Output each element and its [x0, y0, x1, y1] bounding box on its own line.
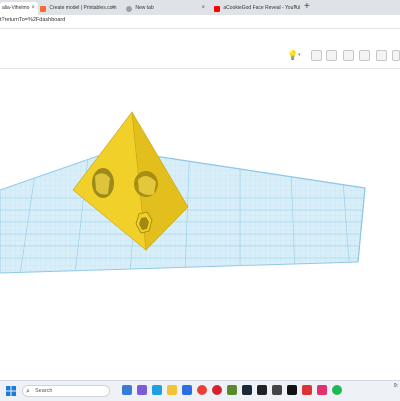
spotify-app-icon[interactable]	[332, 385, 342, 395]
tab-label: aCookieGod Face Reveal - YouTub	[223, 5, 300, 11]
app-toolbar: 💡 ▾	[0, 44, 400, 69]
workplane-grid	[0, 150, 365, 273]
group-icon[interactable]	[343, 50, 354, 61]
opera-app-icon[interactable]	[212, 385, 222, 395]
windows-start-icon[interactable]	[6, 386, 16, 396]
chevron-down-icon[interactable]: ▾	[298, 52, 301, 58]
workplane-canvas[interactable]	[0, 68, 400, 380]
taskbar: ⌕ Search 9:	[0, 380, 400, 401]
copilot-app-icon[interactable]	[137, 385, 147, 395]
printables-icon	[40, 5, 46, 12]
tab-printables[interactable]: Create model | Printables.com ×	[38, 2, 118, 15]
youtube-icon	[214, 5, 220, 12]
close-icon[interactable]: ×	[31, 2, 35, 15]
edge-app-icon[interactable]	[152, 385, 162, 395]
tab-label: alia-Vihelmo	[2, 5, 30, 11]
tab-tinkercad[interactable]: alia-Vihelmo ×	[0, 2, 38, 15]
epic-app-icon[interactable]	[257, 385, 267, 395]
view-icon[interactable]	[311, 50, 322, 61]
riot-app-icon[interactable]	[302, 385, 312, 395]
light-icon[interactable]: 💡	[287, 50, 298, 61]
url-text[interactable]: t?returnTo=%2Fdashboard	[0, 17, 65, 23]
tab-youtube[interactable]: aCookieGod Face Reveal - YouTub ×	[212, 2, 300, 15]
steam-app-icon[interactable]	[242, 385, 252, 395]
browser-tab-strip: alia-Vihelmo × Create model | Printables…	[0, 0, 400, 15]
system-clock[interactable]: 9:	[394, 383, 398, 389]
close-icon[interactable]: ×	[293, 2, 297, 15]
hole-icon[interactable]	[392, 50, 400, 61]
instagram-app-icon[interactable]	[317, 385, 327, 395]
search-placeholder: Search	[35, 388, 53, 394]
minecraft-app-icon[interactable]	[227, 385, 237, 395]
store-app-icon[interactable]	[182, 385, 192, 395]
tab-label: Create model | Printables.com	[49, 5, 117, 11]
tab-label: New tab	[135, 5, 154, 11]
widgets-app-icon[interactable]	[122, 385, 132, 395]
chrome-app-icon[interactable]	[197, 385, 207, 395]
address-bar[interactable]: t?returnTo=%2Fdashboard	[0, 15, 400, 29]
mirror-icon[interactable]	[376, 50, 387, 61]
search-icon: ⌕	[26, 388, 30, 395]
game-app-icon[interactable]	[272, 385, 282, 395]
flip-icon[interactable]	[326, 50, 337, 61]
x-app-icon[interactable]	[287, 385, 297, 395]
files-app-icon[interactable]	[167, 385, 177, 395]
workplane-svg[interactable]	[0, 68, 400, 380]
align-icon[interactable]	[359, 50, 370, 61]
tab-new-tab[interactable]: New tab ×	[124, 2, 208, 15]
globe-icon	[126, 5, 132, 12]
new-tab-button[interactable]: +	[304, 1, 310, 12]
close-icon[interactable]: ×	[201, 2, 205, 15]
taskbar-search[interactable]: ⌕ Search	[22, 385, 110, 397]
close-icon[interactable]: ×	[111, 2, 115, 15]
